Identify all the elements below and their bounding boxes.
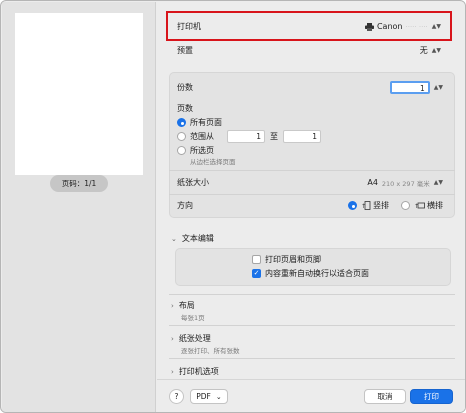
pages-all-option[interactable]: 所有页面 <box>177 117 222 128</box>
pdf-label: PDF <box>196 392 211 401</box>
copies-stepper[interactable]: ▲▼ <box>434 84 443 91</box>
print-headers-option[interactable]: 打印页眉和页脚 <box>252 254 321 265</box>
radio-icon[interactable] <box>177 146 186 155</box>
pages-selection-option[interactable]: 所选页 <box>177 145 214 156</box>
preview-pane: 页码：1/1 <box>2 2 156 412</box>
printer-name-redacted: ····· ···· <box>405 22 428 31</box>
printer-options-label: 打印机选项 <box>178 367 219 376</box>
orientation-landscape-label: 横排 <box>427 201 443 210</box>
help-button[interactable]: ? <box>169 389 184 404</box>
divider <box>169 194 455 195</box>
paper-handling-summary: 逐张打印、所有张数 <box>181 347 240 355</box>
checkbox-checked-icon[interactable]: ✓ <box>252 269 261 278</box>
print-headers-label: 打印页眉和页脚 <box>265 255 321 264</box>
chevron-right-icon: › <box>171 301 174 310</box>
copies-row: 份数 1 ▲▼ <box>177 81 443 94</box>
divider <box>169 358 455 359</box>
page-preview <box>15 13 143 175</box>
printer-icon <box>364 22 374 31</box>
printer-name: Canon <box>376 22 403 31</box>
layout-summary: 每张1页 <box>181 314 205 322</box>
updown-chevron-icon: ▲▼ <box>431 23 441 30</box>
layout-label: 布局 <box>178 301 195 310</box>
pages-selection-hint: 从边栏选择页面 <box>190 158 236 166</box>
pages-selection-label: 所选页 <box>190 146 214 155</box>
printer-options-header[interactable]: › 打印机选项 <box>171 366 219 377</box>
printer-select[interactable]: Canon ····· ···· ▲▼ <box>364 22 441 31</box>
orientation-portrait-radio[interactable] <box>348 201 357 210</box>
pdf-menu-button[interactable]: PDF ⌄ <box>190 389 228 404</box>
paper-handling-label: 纸张处理 <box>178 334 211 343</box>
page-indicator: 页码：1/1 <box>50 175 108 192</box>
pages-selection-hint-row: 从边栏选择页面 <box>190 156 236 166</box>
updown-chevron-icon: ▲▼ <box>433 179 443 186</box>
rewrap-label: 内容重新自动换行以适合页面 <box>265 269 369 278</box>
range-end-input[interactable]: 1 <box>283 130 321 143</box>
chevron-right-icon: › <box>171 334 174 343</box>
portrait-icon: ↑ <box>361 201 371 210</box>
checkbox-icon[interactable] <box>252 255 261 264</box>
settings-pane: 打印机 Canon ····· ···· ▲▼ 预置 无 ▲▼ 份数 1 ▲▼ … <box>157 2 465 412</box>
orientation-landscape-radio[interactable] <box>401 201 410 210</box>
printer-label: 打印机 <box>177 22 201 31</box>
landscape-icon: ↑ <box>414 201 425 210</box>
preset-label: 预置 <box>177 46 193 55</box>
divider <box>169 294 455 295</box>
print-dialog: 页码：1/1 打印机 Canon ····· ···· ▲▼ 预置 无 ▲▼ 份… <box>0 0 466 413</box>
updown-chevron-icon: ▲▼ <box>431 47 441 54</box>
paper-size-select[interactable]: A4 210 x 297 毫米 ▲▼ <box>367 178 443 188</box>
copies-control: 1 ▲▼ <box>389 81 443 94</box>
print-button[interactable]: 打印 <box>410 389 453 404</box>
orientation-row: 方向 ↑ 竖排 ↑ 横排 <box>177 200 443 211</box>
preset-value: 无 <box>419 46 428 55</box>
pages-all-label: 所有页面 <box>190 118 222 127</box>
paper-size-label: 纸张大小 <box>177 178 209 187</box>
range-start-input[interactable]: 1 <box>227 130 265 143</box>
pages-label: 页数 <box>177 104 193 113</box>
chevron-right-icon: › <box>171 367 174 376</box>
layout-header[interactable]: › 布局 <box>171 300 195 311</box>
range-to-label: 至 <box>270 132 278 141</box>
copies-input[interactable]: 1 <box>389 81 430 94</box>
chevron-down-icon: ⌄ <box>215 392 222 401</box>
chevron-down-icon: ⌄ <box>171 234 177 243</box>
paper-size-row: 纸张大小 A4 210 x 297 毫米 ▲▼ <box>177 177 443 188</box>
text-editing-label: 文本编辑 <box>181 234 214 243</box>
printer-row: 打印机 Canon ····· ···· ▲▼ <box>177 21 441 32</box>
paper-size-detail: 210 x 297 毫米 <box>381 179 430 188</box>
pages-row: 页数 <box>177 103 193 114</box>
paper-handling-header[interactable]: › 纸张处理 <box>171 333 211 344</box>
paper-size-value: A4 <box>367 178 378 187</box>
pages-range-option: 范围从 1 至 1 <box>177 130 321 143</box>
layout-summary-row: 每张1页 <box>181 312 205 322</box>
orientation-portrait-label: 竖排 <box>373 201 389 210</box>
cancel-button[interactable]: 取消 <box>364 389 406 404</box>
text-editing-header[interactable]: ⌄ 文本编辑 <box>171 233 214 244</box>
divider <box>169 325 455 326</box>
radio-icon[interactable] <box>177 132 186 141</box>
paper-handling-summary-row: 逐张打印、所有张数 <box>181 345 240 355</box>
orientation-options: ↑ 竖排 ↑ 横排 <box>348 200 443 211</box>
divider <box>169 170 455 171</box>
rewrap-option[interactable]: ✓ 内容重新自动换行以适合页面 <box>252 268 369 279</box>
pages-range-label: 范围从 <box>190 132 214 141</box>
preset-row: 预置 无 ▲▼ <box>177 45 441 56</box>
copies-label: 份数 <box>177 83 193 92</box>
preset-select[interactable]: 无 ▲▼ <box>420 45 441 56</box>
orientation-label: 方向 <box>177 201 193 210</box>
radio-selected-icon[interactable] <box>177 118 186 127</box>
